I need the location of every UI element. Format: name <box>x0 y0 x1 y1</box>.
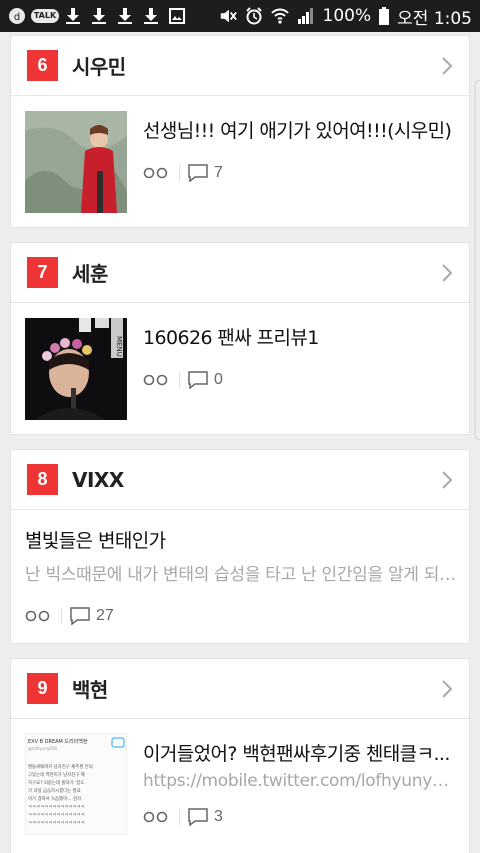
status-bar: d TALK 100% 오전 1:05 <box>0 0 480 32</box>
thumb-line: ㅋㅋㅋㅋㅋㅋㅋㅋㅋㅋㅋㅋㅋㅋ <box>28 821 85 826</box>
wifi-icon <box>270 7 289 25</box>
comment-icon <box>70 607 90 625</box>
thumb-header-text: EXV B DREAM 드리미백현 <box>28 738 88 745</box>
post-thumbnail[interactable] <box>25 111 127 213</box>
category-title: 시우민 <box>72 55 126 79</box>
chevron-right-icon[interactable] <box>441 263 453 283</box>
post-excerpt: 난 빅스때문에 내가 변태의 습성을 타고 난 인간임을 알게 되었어... <box>25 565 459 585</box>
post-item[interactable]: MENU 160626 팬싸 프리뷰1 0 <box>11 303 469 436</box>
meta-divider <box>179 165 180 181</box>
feed-card: 8 VIXX 별빛들은 변태인가 난 빅스때문에 내가 변태의 습성을 타고 난… <box>10 449 470 644</box>
thumb-handle-text: @lofhyuny456 <box>28 746 57 751</box>
comment-icon <box>188 164 208 182</box>
signal-icon <box>297 7 315 25</box>
post-title[interactable]: 선생님!!! 여기 애기가 있어여!!!(시우민) <box>143 116 452 143</box>
card-header[interactable]: 8 VIXX <box>11 450 469 510</box>
comment-icon <box>188 808 208 826</box>
svg-text:d: d <box>14 12 20 23</box>
thumb-line: 고있는데 백현이가 남자친구 혜 <box>28 771 85 778</box>
kakao-icon: d <box>8 7 26 25</box>
card-header[interactable]: 9 백현 <box>11 659 469 719</box>
thumb-line: 가 과정 급습하시겠다는 발표 <box>28 787 81 794</box>
feed-card: 9 백현 EXV B DREAM 드리미백현 @lofhyuny456 팬들싸때… <box>10 658 470 853</box>
download-icon <box>64 7 82 25</box>
status-right-icons: 100% 오전 1:05 <box>219 0 472 32</box>
post-item[interactable]: 별빛들은 변태인가 난 빅스때문에 내가 변태의 습성을 타고 난 인간임을 알… <box>11 510 469 645</box>
edge-scroll-indicator[interactable] <box>474 80 480 440</box>
post-meta: 7 <box>143 162 223 184</box>
post-meta: 0 <box>143 369 223 391</box>
post-item[interactable]: EXV B DREAM 드리미백현 @lofhyuny456 팬들싸때까지 남자… <box>11 719 469 853</box>
post-meta: 27 <box>25 605 114 627</box>
thumb-line: 하구요? 되묻는데 홍대가 ‘꿈도 <box>28 779 84 786</box>
meta-divider <box>179 372 180 388</box>
rank-badge: 6 <box>27 50 58 81</box>
post-link[interactable]: https://mobile.twitter.com/lofhyuny456/s… <box>143 771 459 791</box>
post-meta: 3 <box>143 806 223 828</box>
thumb-line: ㅋㅋㅋㅋㅋㅋㅋㅋㅋㅋㅋㅋㅋㅋ <box>28 813 85 818</box>
views-icon <box>25 610 50 622</box>
post-thumbnail[interactable]: MENU <box>25 318 127 420</box>
thumb-line: ㅋㅋㅋㅋㅋㅋㅋㅋㅋㅋㅋㅋㅋㅋ <box>28 805 85 810</box>
chevron-right-icon[interactable] <box>441 56 453 76</box>
post-thumbnail[interactable]: EXV B DREAM 드리미백현 @lofhyuny456 팬들싸때까지 남자… <box>25 733 127 835</box>
chevron-right-icon[interactable] <box>441 470 453 490</box>
category-title: VIXX <box>72 467 124 492</box>
mute-icon <box>219 7 237 25</box>
views-icon <box>143 811 168 823</box>
battery-percent: 100% <box>322 6 372 26</box>
feed-card: 6 시우민 선생님!!! 여기 애기가 있어여!!!(시우민) 7 <box>10 35 470 228</box>
rank-badge: 9 <box>27 673 58 704</box>
comment-count: 7 <box>214 164 223 181</box>
views-icon <box>143 374 168 386</box>
rank-badge: 8 <box>27 464 58 495</box>
thumb-logo-text: MENU <box>115 336 123 357</box>
meta-divider <box>179 809 180 825</box>
comment-count: 0 <box>214 371 223 388</box>
meta-divider <box>61 608 62 624</box>
thumb-line: 이거 겹쳐서 녹음했어… 검자 <box>28 795 81 802</box>
chevron-right-icon[interactable] <box>441 679 453 699</box>
download-icon <box>116 7 134 25</box>
status-left-icons: d TALK <box>8 0 186 32</box>
category-title: 세훈 <box>72 262 108 286</box>
thumb-line: 팬들싸때까지 남자친구 제주편 안되 <box>28 763 93 770</box>
card-header[interactable]: 6 시우민 <box>11 36 469 96</box>
alarm-icon <box>245 7 263 25</box>
post-title[interactable]: 별빛들은 변태인가 <box>25 526 166 553</box>
feed-card: 7 세훈 MENU 160626 팬싸 프리뷰1 0 <box>10 242 470 435</box>
views-icon <box>143 167 168 179</box>
talk-icon: TALK <box>30 7 60 25</box>
post-item[interactable]: 선생님!!! 여기 애기가 있어여!!!(시우민) 7 <box>11 96 469 229</box>
comment-icon <box>188 371 208 389</box>
rank-badge: 7 <box>27 257 58 288</box>
download-icon <box>142 7 160 25</box>
post-title[interactable]: 160626 팬싸 프리뷰1 <box>143 323 319 350</box>
battery-icon <box>379 7 390 25</box>
comment-count: 27 <box>96 607 114 624</box>
talk-badge-label: TALK <box>30 9 60 23</box>
comment-count: 3 <box>214 808 223 825</box>
category-title: 백현 <box>72 678 108 702</box>
gallery-icon <box>168 7 186 25</box>
card-header[interactable]: 7 세훈 <box>11 243 469 303</box>
download-icon <box>90 7 108 25</box>
post-title[interactable]: 이거들었어? 백현팬싸후기중 첸태클ㅋ... <box>143 739 459 766</box>
clock: 오전 1:05 <box>397 8 472 29</box>
